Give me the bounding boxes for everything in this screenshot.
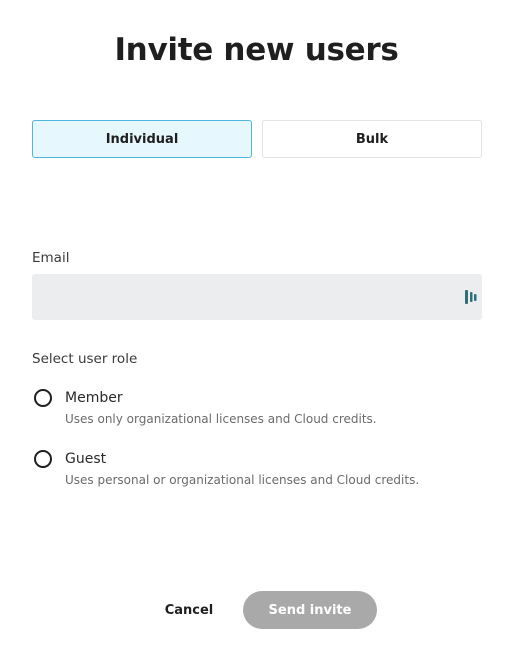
guest-role-description: Uses personal or organizational licenses… bbox=[65, 473, 420, 487]
invite-mode-tabs: Individual Bulk bbox=[32, 120, 482, 158]
role-option-guest[interactable]: Guest Uses personal or organizational li… bbox=[32, 449, 482, 493]
member-role-description: Uses only organizational licenses and Cl… bbox=[65, 412, 377, 426]
invite-users-dialog: Invite new users Individual Bulk Email S… bbox=[0, 0, 513, 648]
user-role-label: Select user role bbox=[32, 351, 138, 367]
password-manager-icon[interactable] bbox=[464, 289, 478, 305]
tab-individual[interactable]: Individual bbox=[32, 120, 252, 158]
email-label: Email bbox=[32, 250, 70, 266]
guest-role-name: Guest bbox=[65, 451, 107, 467]
cancel-button[interactable]: Cancel bbox=[152, 592, 226, 628]
guest-radio[interactable] bbox=[34, 450, 52, 468]
member-role-name: Member bbox=[65, 390, 123, 406]
role-option-member[interactable]: Member Uses only organizational licenses… bbox=[32, 388, 482, 432]
email-input[interactable] bbox=[32, 274, 482, 320]
dialog-title: Invite new users bbox=[114, 32, 399, 68]
send-invite-button[interactable]: Send invite bbox=[243, 591, 377, 629]
member-radio[interactable] bbox=[34, 389, 52, 407]
tab-bulk[interactable]: Bulk bbox=[262, 120, 482, 158]
